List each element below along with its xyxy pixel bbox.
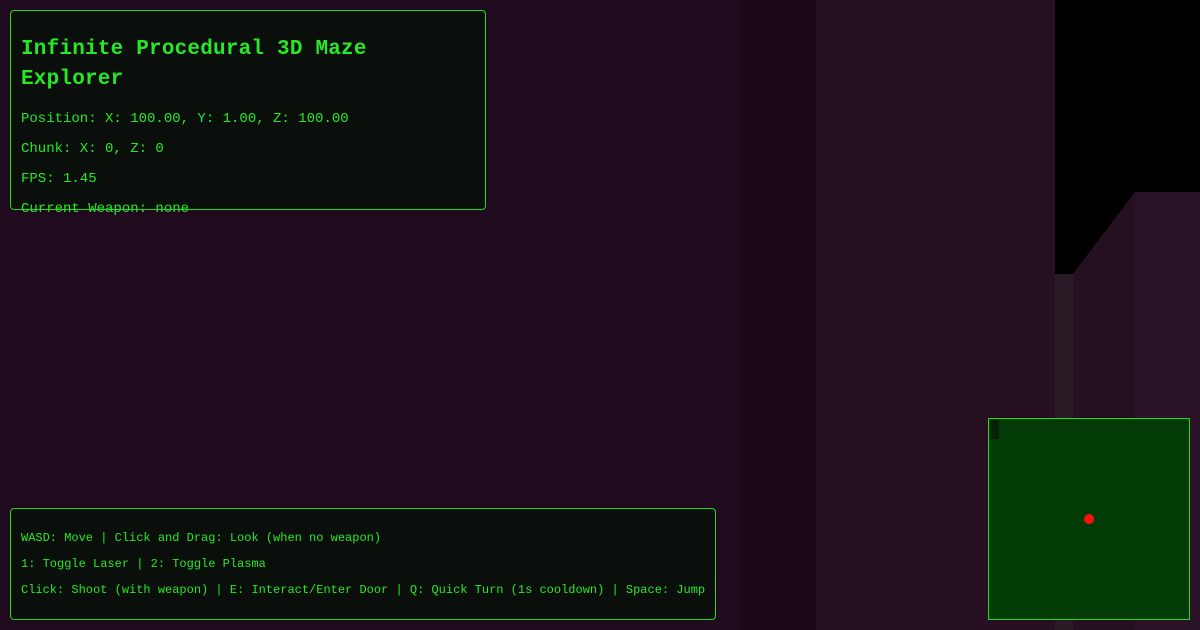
controls-weapon-toggle: 1: Toggle Laser | 2: Toggle Plasma <box>21 557 266 571</box>
chunk-readout: Chunk: X: 0, Z: 0 <box>21 141 164 157</box>
player-marker-icon <box>1084 514 1094 524</box>
controls-help-panel: WASD: Move | Click and Drag: Look (when … <box>10 508 716 620</box>
controls-move-look: WASD: Move | Click and Drag: Look (when … <box>21 531 382 545</box>
minimap <box>988 418 1190 620</box>
maze-wall-mid-shadow <box>738 0 818 630</box>
controls-actions: Click: Shoot (with weapon) | E: Interact… <box>21 583 706 597</box>
fps-readout: FPS: 1.45 <box>21 171 97 187</box>
game-info-panel: Infinite Procedural 3D Maze Explorer Pos… <box>10 10 486 217</box>
minimap-wall-cell <box>990 420 999 439</box>
weapon-readout: Current Weapon: none <box>21 201 190 217</box>
position-readout: Position: X: 100.00, Y: 1.00, Z: 100.00 <box>21 111 349 127</box>
game-title: Infinite Procedural 3D Maze Explorer <box>21 38 367 91</box>
